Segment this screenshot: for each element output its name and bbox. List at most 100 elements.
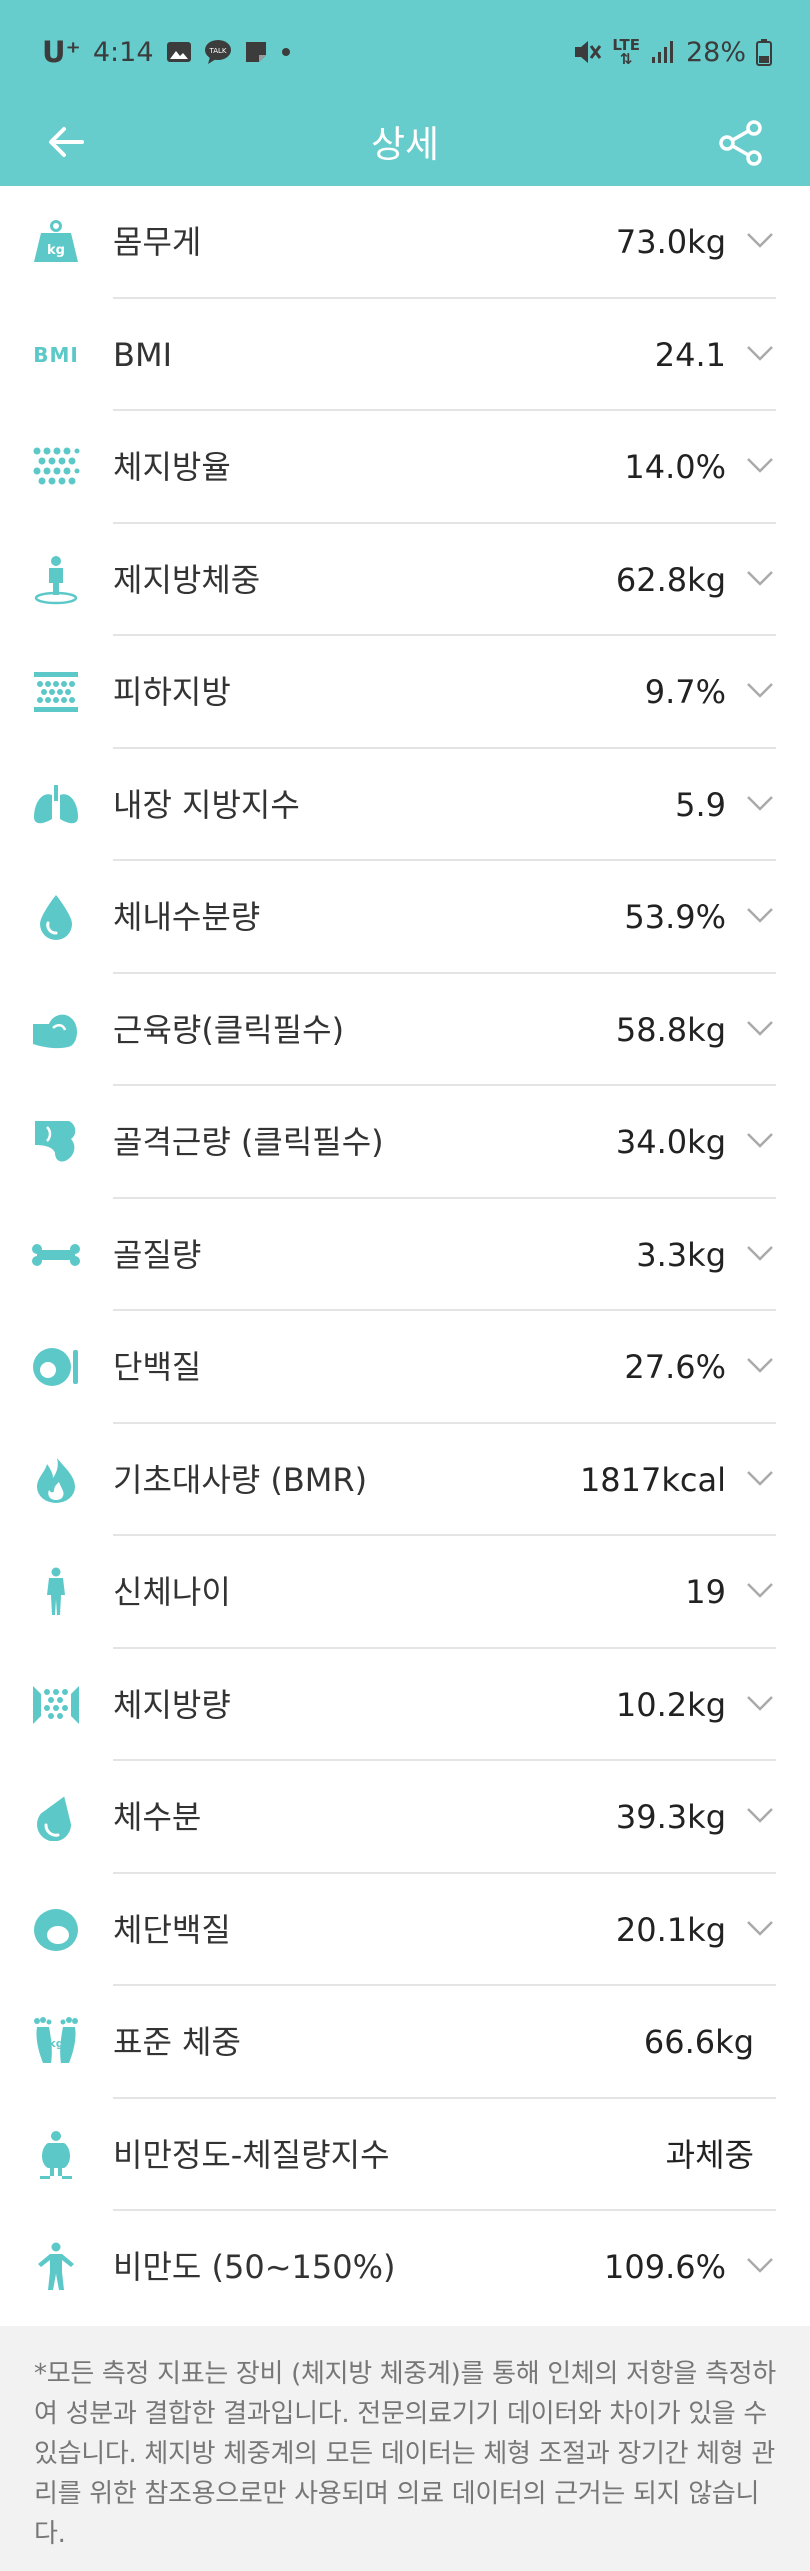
metric-label: 표준 체중 [113,2023,241,2061]
metric-row-bone-mass[interactable]: 골질량 3.3kg [0,1199,810,1311]
metric-value: 27.6% [624,1348,726,1386]
metric-label: 체내수분량 [113,898,261,936]
chevron-down-icon[interactable] [744,1012,776,1044]
metric-value: 66.6kg [643,2023,754,2061]
water-drop-icon [28,892,84,942]
metric-label: 제지방체중 [113,560,261,599]
chevron-down-icon[interactable] [744,674,776,706]
metric-value: 73.0kg [615,223,726,261]
person-pin-icon [28,555,84,605]
muscle-arm-icon [28,1005,84,1055]
chevron-down-icon[interactable] [744,1799,776,1831]
metrics-list: kg 몸무게 73.0kg BMI BMI 24.1 체지방율 14.0% 제지… [0,186,810,2324]
metric-label: 피하지방 [113,673,231,711]
fat-dots-icon [28,442,84,492]
svg-text:kg: kg [47,243,65,258]
skeletal-muscle-icon [28,1117,84,1167]
vibrate-mute-icon [575,41,602,63]
metric-value: 34.0kg [615,1123,726,1161]
water-drop-outline-icon [28,1792,84,1842]
disclaimer-text: *모든 측정 지표는 장비 (체지방 체중계)를 통해 인체의 저항을 측정하여… [34,2359,776,2549]
bmi-icon-text: BMI [33,342,79,367]
talk-notification-icon: TALK [204,40,231,64]
status-bar: U⁺ 4:14 TALK LTE ⇅ 28% [0,0,810,100]
metric-row-lean-body-mass[interactable]: 제지방체중 62.8kg [0,524,810,636]
metric-row-protein[interactable]: 단백질 27.6% [0,1311,810,1424]
chevron-down-icon[interactable] [744,787,776,819]
chevron-down-icon[interactable] [744,899,776,931]
battery-icon [756,39,772,66]
metric-value: 과체중 [665,2135,754,2174]
metric-value: 14.0% [624,448,726,486]
chevron-down-icon[interactable] [744,1687,776,1719]
obesity-figure-icon [28,2130,84,2180]
stretch-figure-icon [28,2242,84,2292]
metric-row-bmr[interactable]: 기초대사량 (BMR) 1817kcal [0,1424,810,1536]
metric-label: 단백질 [113,1348,202,1386]
chevron-down-icon[interactable] [744,1574,776,1606]
metric-row-visceral-fat[interactable]: 내장 지방지수 5.9 [0,749,810,861]
chevron-down-icon[interactable] [744,449,776,481]
metric-value: 53.9% [624,898,726,936]
share-button[interactable] [708,112,774,174]
metric-label: 골질량 [113,1235,202,1274]
metric-row-body-protein[interactable]: 체단백질 20.1kg [0,1874,810,1986]
metric-label: 근육량(클릭필수) [113,1010,345,1049]
metric-label: 비만정도-체질량지수 [113,2135,390,2174]
network-type: LTE ⇅ [612,36,640,68]
metric-label: 비만도 (50~150%) [113,2248,396,2286]
chevron-down-icon[interactable] [744,337,776,369]
metric-row-obesity-rate[interactable]: 비만도 (50~150%) 109.6% [0,2211,810,2324]
page-title: 상세 [370,123,440,166]
clock: 4:14 [92,36,154,68]
chevron-down-icon[interactable] [744,2249,776,2281]
battery-percent: 28% [685,36,746,68]
metric-label: 신체나이 [113,1573,231,1611]
gallery-notification-icon [166,42,191,62]
app-header: 상세 [0,100,810,186]
chevron-down-icon[interactable] [744,562,776,594]
bmi-icon: BMI [28,330,84,380]
share-icon [719,120,762,166]
metric-value: 24.1 [654,335,726,374]
metric-label: 체수분 [113,1798,202,1836]
chevron-down-icon[interactable] [744,1237,776,1269]
metric-row-body-water[interactable]: 체수분 39.3kg [0,1761,810,1874]
metric-value: 62.8kg [615,560,726,599]
disclaimer-footer: *모든 측정 지표는 장비 (체지방 체중계)를 통해 인체의 저항을 측정하여… [0,2326,810,2571]
metric-label: 내장 지방지수 [113,785,300,824]
metric-row-standard-weight: kg 표준 체중 66.6kg [0,1986,810,2099]
scale-kg-icon: kg [28,217,84,267]
chevron-down-icon[interactable] [744,1462,776,1494]
egg-icon [28,1905,84,1955]
metric-row-body-fat-rate[interactable]: 체지방율 14.0% [0,411,810,524]
feet-icon-text: kg [48,2037,63,2050]
metric-value: 9.7% [644,673,726,711]
chevron-down-icon[interactable] [744,1912,776,1944]
metric-row-subcutaneous-fat[interactable]: 피하지방 9.7% [0,636,810,749]
metric-row-body-age[interactable]: 신체나이 19 [0,1536,810,1649]
memo-notification-icon [245,42,266,62]
metric-value: 5.9 [675,785,726,824]
body-figure-icon [28,1567,84,1617]
metric-row-weight[interactable]: kg 몸무게 73.0kg [0,186,810,299]
carrier-label: U⁺ [42,35,81,69]
metric-row-fat-mass[interactable]: 체지방량 10.2kg [0,1649,810,1761]
fat-mass-icon [28,1680,84,1730]
chevron-down-icon[interactable] [744,1124,776,1156]
metric-row-body-water-rate[interactable]: 체내수분량 53.9% [0,861,810,974]
metric-value: 39.3kg [615,1798,726,1836]
chevron-down-icon[interactable] [744,1349,776,1381]
protein-icon [28,1342,84,1392]
metric-row-bmi[interactable]: BMI BMI 24.1 [0,299,810,411]
metric-row-skeletal-muscle[interactable]: 골격근량 (클릭필수) 34.0kg [0,1086,810,1199]
signal-strength-icon [651,41,673,63]
metric-value: 10.2kg [615,1685,726,1724]
metric-row-muscle-mass[interactable]: 근육량(클릭필수) 58.8kg [0,974,810,1086]
metric-label: 체지방율 [113,448,231,486]
bone-icon [28,1230,84,1280]
chevron-down-icon[interactable] [744,224,776,256]
feet-icon: kg [28,2017,84,2067]
metric-value: 3.3kg [636,1235,726,1274]
svg-text:TALK: TALK [208,47,226,55]
